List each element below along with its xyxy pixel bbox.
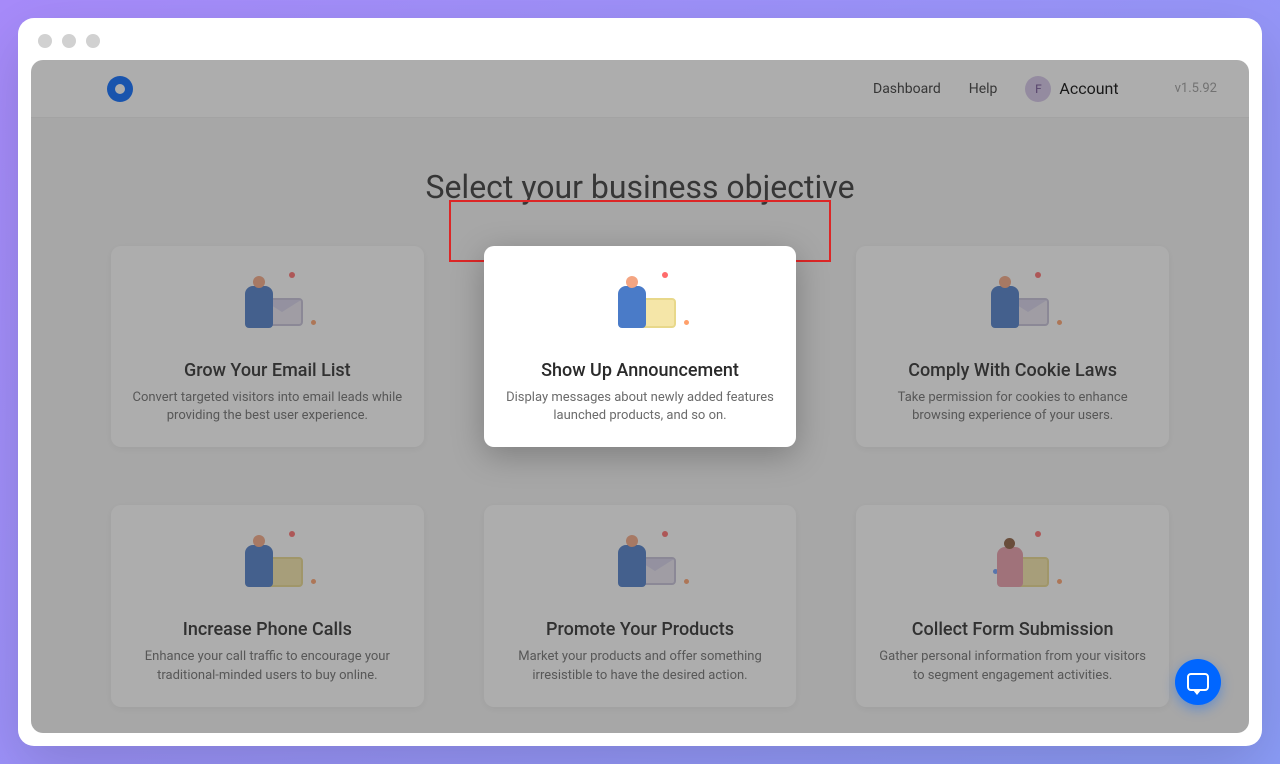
objective-card-cookie-laws[interactable]: Comply With Cookie Laws Take permission … — [856, 246, 1169, 447]
card-title: Increase Phone Calls — [183, 619, 352, 640]
account-menu[interactable]: F Account — [1025, 76, 1118, 102]
objective-card-phone-calls[interactable]: Increase Phone Calls Enhance your call t… — [111, 505, 424, 706]
browser-window: Dashboard Help F Account v1.5.92 Select … — [18, 18, 1262, 746]
window-controls — [38, 34, 100, 48]
card-title: Collect Form Submission — [912, 619, 1114, 640]
card-desc: Display messages about newly added featu… — [502, 389, 779, 425]
window-minimize-dot[interactable] — [62, 34, 76, 48]
card-desc: Convert targeted visitors into email lea… — [129, 389, 406, 425]
card-desc: Gather personal information from your vi… — [874, 648, 1151, 684]
objectives-grid: Grow Your Email List Convert targeted vi… — [111, 246, 1169, 707]
illustration-form-submission — [973, 531, 1053, 601]
card-title: Promote Your Products — [546, 619, 734, 640]
illustration-announcement — [600, 272, 680, 342]
window-close-dot[interactable] — [38, 34, 52, 48]
header-nav: Dashboard Help F Account v1.5.92 — [873, 76, 1217, 102]
app-container: Dashboard Help F Account v1.5.92 Select … — [31, 60, 1249, 733]
illustration-phone-calls — [227, 531, 307, 601]
app-logo-icon[interactable] — [107, 76, 133, 102]
objective-card-promote-products[interactable]: Promote Your Products Market your produc… — [484, 505, 797, 706]
card-desc: Market your products and offer something… — [502, 648, 779, 684]
window-maximize-dot[interactable] — [86, 34, 100, 48]
version-text: v1.5.92 — [1175, 81, 1217, 96]
chat-widget-button[interactable] — [1175, 659, 1221, 705]
avatar: F — [1025, 76, 1051, 102]
nav-dashboard[interactable]: Dashboard — [873, 81, 941, 97]
app-header: Dashboard Help F Account v1.5.92 — [31, 60, 1249, 118]
card-desc: Enhance your call traffic to encourage y… — [129, 648, 406, 684]
account-label: Account — [1059, 79, 1118, 98]
page-title: Select your business objective — [401, 156, 878, 218]
illustration-cookie-laws — [973, 272, 1053, 342]
nav-help[interactable]: Help — [969, 81, 998, 97]
card-desc: Take permission for cookies to enhance b… — [874, 389, 1151, 425]
objective-card-form-submission[interactable]: Collect Form Submission Gather personal … — [856, 505, 1169, 706]
card-title: Show Up Announcement — [541, 360, 739, 381]
chat-icon — [1187, 673, 1209, 691]
card-title: Grow Your Email List — [184, 360, 351, 381]
card-title: Comply With Cookie Laws — [908, 360, 1117, 381]
content-area: Select your business objective Grow Your… — [31, 118, 1249, 727]
objective-card-email-list[interactable]: Grow Your Email List Convert targeted vi… — [111, 246, 424, 447]
illustration-promote-products — [600, 531, 680, 601]
objective-card-announcement[interactable]: Show Up Announcement Display messages ab… — [484, 246, 797, 447]
illustration-email-list — [227, 272, 307, 342]
